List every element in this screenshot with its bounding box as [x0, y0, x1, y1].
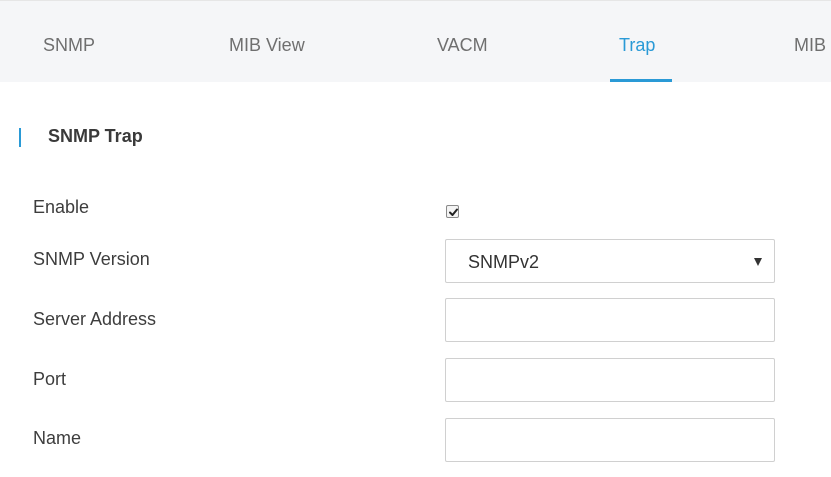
- server-address-input[interactable]: [445, 298, 775, 342]
- enable-checkbox[interactable]: [446, 205, 459, 218]
- caret-down-icon: [754, 258, 762, 266]
- checkmark-icon: [449, 208, 458, 216]
- section-accent-bar: [19, 128, 21, 147]
- enable-label: Enable: [33, 197, 90, 217]
- tab-trap[interactable]: Trap: [619, 35, 655, 55]
- tab-mib-view[interactable]: MIB View: [229, 35, 305, 55]
- port-label: Port: [33, 369, 67, 389]
- snmp-version-label: SNMP Version: [33, 249, 150, 269]
- section-title-text: SNMP Trap: [48, 126, 143, 146]
- port-input[interactable]: [445, 358, 775, 402]
- snmp-version-select[interactable]: SNMPv2: [445, 239, 775, 283]
- name-label: Name: [33, 428, 82, 448]
- snmp-version-value: SNMPv2: [468, 252, 540, 272]
- active-tab-indicator: [610, 79, 672, 82]
- tab-bar: SNMP MIB View VACM Trap MIB: [0, 0, 831, 82]
- server-address-label: Server Address: [33, 309, 157, 329]
- tab-snmp[interactable]: SNMP: [43, 35, 95, 55]
- tab-vacm[interactable]: VACM: [437, 35, 488, 55]
- tab-mib[interactable]: MIB: [794, 35, 826, 55]
- name-input[interactable]: [445, 418, 775, 462]
